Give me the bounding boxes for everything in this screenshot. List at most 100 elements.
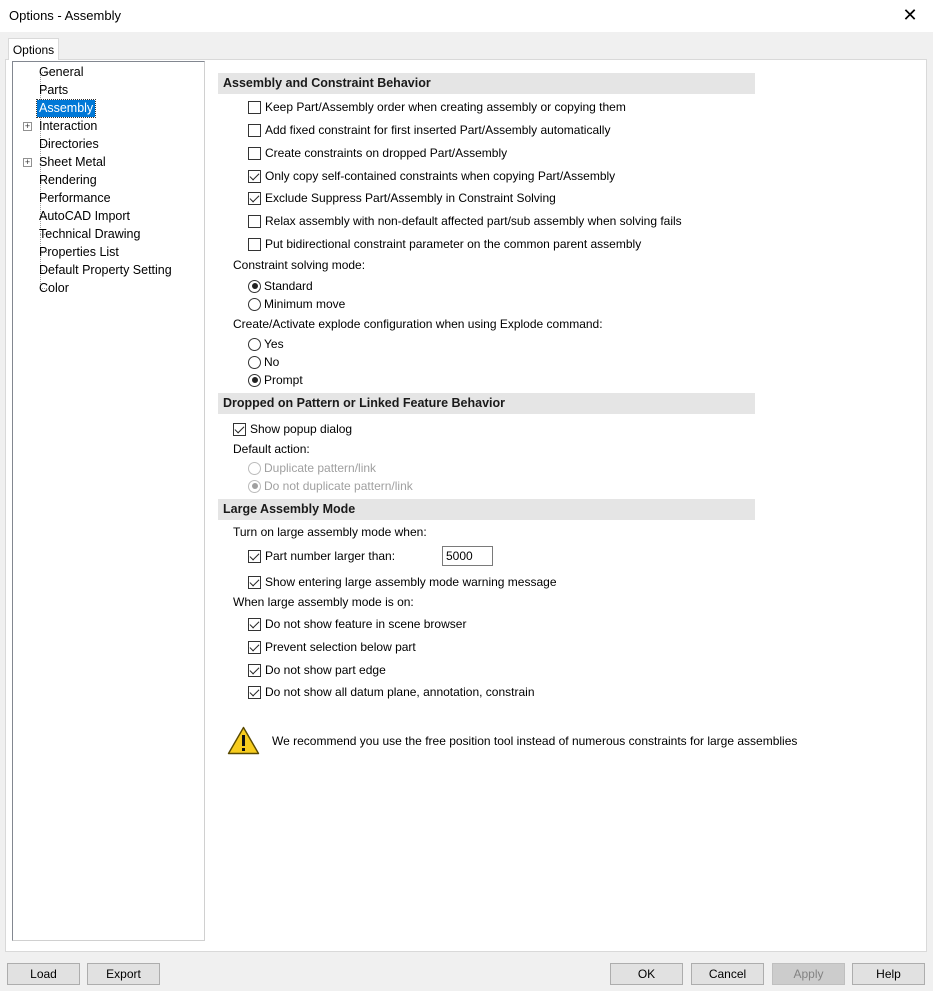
tree-item-technical-drawing[interactable]: Technical Drawing	[37, 226, 142, 243]
radio-circle[interactable]	[248, 373, 261, 387]
tree-item-performance[interactable]: Performance	[37, 190, 113, 207]
section-header-large-assembly: Large Assembly Mode	[218, 499, 755, 520]
tree-item-interaction[interactable]: Interaction	[37, 118, 99, 135]
hide-datum-checkbox[interactable]: Do not show all datum plane, annotation,…	[248, 684, 535, 700]
option-label: Put bidirectional constraint parameter o…	[265, 237, 642, 251]
explode-no-radio[interactable]: No	[248, 354, 279, 370]
radio-circle[interactable]	[248, 297, 261, 311]
add-fixed-constraint-checkbox[interactable]: Add fixed constraint for first inserted …	[248, 122, 610, 138]
tree-item-parts[interactable]: Parts	[37, 82, 70, 99]
expand-interaction-icon[interactable]: +	[23, 122, 32, 131]
radio-circle[interactable]	[248, 355, 261, 369]
option-label: Standard	[264, 279, 313, 293]
exclude-suppress-checkbox[interactable]: Exclude Suppress Part/Assembly in Constr…	[248, 190, 556, 206]
part-number-input[interactable]	[442, 546, 493, 566]
option-label: Do not show all datum plane, annotation,…	[265, 685, 535, 699]
checkbox-box[interactable]	[248, 191, 261, 205]
no-duplicate-pattern-radio: Do not duplicate pattern/link	[248, 478, 413, 494]
relax-assembly-checkbox[interactable]: Relax assembly with non-default affected…	[248, 213, 682, 229]
checkbox-box[interactable]	[248, 100, 261, 114]
checkbox-box[interactable]	[248, 663, 261, 677]
checkbox-box[interactable]	[248, 146, 261, 160]
option-label: Minimum move	[264, 297, 346, 311]
option-label: Show popup dialog	[250, 422, 353, 436]
duplicate-pattern-radio: Duplicate pattern/link	[248, 460, 376, 476]
checkbox-box[interactable]	[248, 169, 261, 183]
help-button[interactable]: Help	[852, 963, 925, 985]
option-label: Only copy self-contained constraints whe…	[265, 169, 616, 183]
close-icon[interactable]: ✕	[887, 0, 933, 31]
option-label: Relax assembly with non-default affected…	[265, 214, 682, 228]
recommendation-text: We recommend you use the free position t…	[272, 734, 798, 748]
section-header-assembly: Assembly and Constraint Behavior	[218, 73, 755, 94]
checkbox-box[interactable]	[248, 123, 261, 137]
export-button[interactable]: Export	[87, 963, 160, 985]
radio-circle[interactable]	[248, 337, 261, 351]
checkbox-box[interactable]	[248, 575, 261, 589]
option-label: Keep Part/Assembly order when creating a…	[265, 100, 626, 114]
bidirectional-parameter-checkbox[interactable]: Put bidirectional constraint parameter o…	[248, 236, 641, 252]
checkbox-box[interactable]	[248, 549, 261, 563]
copy-self-contained-checkbox[interactable]: Only copy self-contained constraints whe…	[248, 168, 615, 184]
explode-yes-radio[interactable]: Yes	[248, 336, 284, 352]
option-label: No	[264, 355, 280, 369]
title-bar: Options - Assembly ✕	[0, 0, 933, 32]
tree-item-assembly[interactable]: Assembly	[35, 99, 97, 118]
tree-item-properties-list[interactable]: Properties List	[37, 244, 121, 261]
checkbox-box[interactable]	[248, 214, 261, 228]
option-label: Do not duplicate pattern/link	[264, 479, 413, 493]
tree-item-autocad-import[interactable]: AutoCAD Import	[37, 208, 132, 225]
category-tree[interactable]: General Parts Assembly + Interaction Dir…	[12, 61, 205, 941]
minimum-move-radio[interactable]: Minimum move	[248, 296, 345, 312]
radio-circle	[248, 479, 261, 493]
checkbox-box[interactable]	[248, 617, 261, 631]
option-label: Prevent selection below part	[265, 640, 416, 654]
tree-item-general[interactable]: General	[37, 64, 85, 81]
explode-label: Create/Activate explode configuration wh…	[233, 317, 603, 331]
option-label: Do not show part edge	[265, 663, 386, 677]
when-on-label: When large assembly mode is on:	[233, 595, 414, 609]
keep-order-checkbox[interactable]: Keep Part/Assembly order when creating a…	[248, 99, 626, 115]
explode-prompt-radio[interactable]: Prompt	[248, 372, 303, 388]
part-number-checkbox[interactable]: Part number larger than:	[248, 548, 395, 564]
radio-circle[interactable]	[248, 279, 261, 293]
show-warning-checkbox[interactable]: Show entering large assembly mode warnin…	[248, 574, 557, 590]
checkbox-box[interactable]	[248, 685, 261, 699]
tree-item-directories[interactable]: Directories	[37, 136, 101, 153]
warning-icon	[227, 726, 260, 755]
section-header-dropped: Dropped on Pattern or Linked Feature Beh…	[218, 393, 755, 414]
option-label: Show entering large assembly mode warnin…	[265, 575, 557, 589]
checkbox-box[interactable]	[248, 640, 261, 654]
radio-circle	[248, 461, 261, 475]
hide-part-edge-checkbox[interactable]: Do not show part edge	[248, 662, 386, 678]
checkbox-box[interactable]	[233, 422, 246, 436]
option-label: Duplicate pattern/link	[264, 461, 377, 475]
solving-mode-label: Constraint solving mode:	[233, 258, 366, 272]
standard-radio[interactable]: Standard	[248, 278, 313, 294]
option-label: Create constraints on dropped Part/Assem…	[265, 146, 508, 160]
expand-sheet-metal-icon[interactable]: +	[23, 158, 32, 167]
option-label: Part number larger than:	[265, 549, 396, 563]
tree-item-rendering[interactable]: Rendering	[37, 172, 99, 189]
checkbox-box[interactable]	[248, 237, 261, 251]
tree-item-color[interactable]: Color	[37, 280, 71, 297]
load-button[interactable]: Load	[7, 963, 80, 985]
ok-button[interactable]: OK	[610, 963, 683, 985]
create-constraints-checkbox[interactable]: Create constraints on dropped Part/Assem…	[248, 145, 507, 161]
cancel-button[interactable]: Cancel	[691, 963, 764, 985]
show-popup-checkbox[interactable]: Show popup dialog	[233, 421, 352, 437]
option-label: Add fixed constraint for first inserted …	[265, 123, 611, 137]
apply-button: Apply	[772, 963, 845, 985]
option-label: Do not show feature in scene browser	[265, 617, 467, 631]
window-title: Options - Assembly	[9, 8, 121, 23]
default-action-label: Default action:	[233, 442, 310, 456]
turn-on-label: Turn on large assembly mode when:	[233, 525, 427, 539]
prevent-selection-checkbox[interactable]: Prevent selection below part	[248, 639, 416, 655]
hide-feature-checkbox[interactable]: Do not show feature in scene browser	[248, 616, 466, 632]
tree-item-default-property-setting[interactable]: Default Property Setting	[37, 262, 174, 279]
option-label: Prompt	[264, 373, 303, 387]
tree-item-sheet-metal[interactable]: Sheet Metal	[37, 154, 108, 171]
option-label: Yes	[264, 337, 284, 351]
option-label: Exclude Suppress Part/Assembly in Constr…	[265, 191, 556, 205]
tab-options[interactable]: Options	[8, 38, 59, 60]
